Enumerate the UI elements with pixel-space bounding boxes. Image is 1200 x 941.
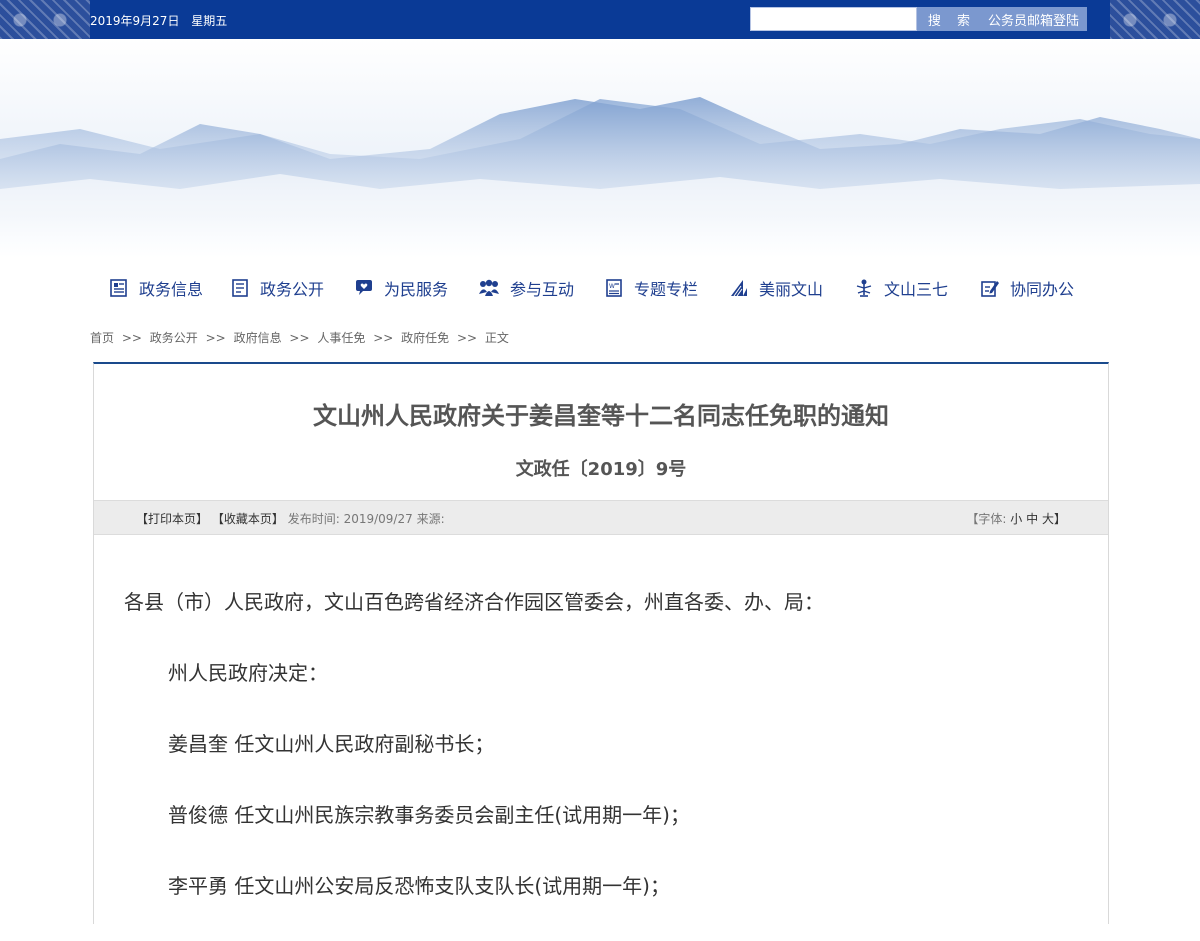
newspaper-icon: W bbox=[606, 279, 622, 297]
breadcrumb-separator: >> bbox=[205, 331, 226, 345]
nav-label: 专题专栏 bbox=[634, 280, 699, 299]
decorative-pattern-right bbox=[1110, 0, 1200, 39]
search-button[interactable]: 搜 索 bbox=[917, 7, 981, 31]
breadcrumb-item-gov-open[interactable]: 政务公开 bbox=[150, 331, 198, 345]
font-size-label: 【字体: bbox=[966, 512, 1007, 526]
body-paragraph: 李平勇 任文山州公安局反恐怖支队支队长(试用期一年)； bbox=[168, 874, 670, 898]
breadcrumb-item-personnel[interactable]: 人事任免 bbox=[317, 331, 365, 345]
nav-item-collaborative-office[interactable]: 协同办公 bbox=[980, 273, 1074, 303]
mountain-illustration bbox=[0, 97, 1200, 259]
font-small-link[interactable]: 小 bbox=[1010, 512, 1022, 526]
nav-item-gov-open[interactable]: 政务公开 bbox=[230, 273, 324, 303]
breadcrumb-separator: >> bbox=[456, 331, 478, 345]
decorative-pattern-left bbox=[0, 0, 90, 39]
nav-item-wenshan-sanqi[interactable]: 文山三七 bbox=[854, 273, 948, 303]
mountain-peak-icon bbox=[731, 280, 747, 297]
article-title: 文山州人民政府关于姜昌奎等十二名同志任免职的通知 bbox=[313, 402, 889, 430]
edit-form-icon bbox=[981, 281, 999, 297]
salutation-paragraph: 各县（市）人民政府，文山百色跨省经济合作园区管委会，州直各委、办、局： bbox=[124, 590, 824, 614]
article-toolbar: 【打印本页】 【收藏本页】 发布时间: 2019/09/27 来源: 【字体: … bbox=[94, 500, 1108, 535]
nav-item-participate[interactable]: 参与互动 bbox=[478, 273, 574, 303]
nav-label: 政务信息 bbox=[139, 280, 204, 299]
publish-date: 2019/09/27 bbox=[343, 512, 413, 526]
breadcrumb-item-gov-info[interactable]: 政府信息 bbox=[234, 331, 282, 345]
body-paragraph: 姜昌奎 任文山州人民政府副秘书长； bbox=[168, 732, 495, 756]
weekday-text: 星期五 bbox=[191, 14, 228, 28]
breadcrumb-separator: >> bbox=[289, 331, 310, 345]
nav-item-beautiful-wenshan[interactable]: 美丽文山 bbox=[729, 273, 823, 303]
breadcrumb-item-home[interactable]: 首页 bbox=[90, 331, 114, 345]
sanqi-plant-icon bbox=[856, 279, 872, 297]
date-display: 2019年9月27日 星期五 bbox=[90, 12, 235, 29]
document-list-icon bbox=[110, 279, 127, 297]
nav-label: 参与互动 bbox=[510, 280, 575, 299]
breadcrumb-separator: >> bbox=[373, 331, 394, 345]
body-paragraph: 州人民政府决定： bbox=[168, 661, 328, 685]
main-nav: 政务信息 政务公开 为民服务 参与互动 W 专题专栏 美丽文山 文山三七 协同办… bbox=[0, 259, 1200, 317]
breadcrumb-item-gov-appointments[interactable]: 政府任免 bbox=[401, 331, 449, 345]
mountain-banner bbox=[0, 39, 1200, 259]
notepad-icon bbox=[232, 279, 248, 297]
body-paragraph: 普俊德 任文山州民族宗教事务委员会副主任(试用期一年)； bbox=[168, 803, 690, 827]
breadcrumb: 首页 >> 政务公开 >> 政府信息 >> 人事任免 >> 政府任免 >> 正文 bbox=[90, 329, 513, 346]
source-label: 来源: bbox=[416, 512, 445, 526]
nav-label: 文山三七 bbox=[884, 280, 949, 299]
article-panel: 文山州人民政府关于姜昌奎等十二名同志任免职的通知 文政任〔2019〕9号 【打印… bbox=[93, 362, 1109, 924]
speech-heart-icon bbox=[356, 280, 372, 295]
nav-item-special-topics[interactable]: W 专题专栏 bbox=[604, 273, 698, 303]
print-page-link[interactable]: 【打印本页】 bbox=[136, 512, 208, 526]
nav-item-gov-info[interactable]: 政务信息 bbox=[109, 273, 203, 303]
search-input[interactable] bbox=[750, 7, 917, 31]
breadcrumb-item-current: 正文 bbox=[484, 331, 509, 345]
document-number: 文政任〔2019〕9号 bbox=[515, 459, 687, 480]
top-bar: 2019年9月27日 星期五 搜 索 公务员邮箱登陆 bbox=[0, 0, 1200, 39]
breadcrumb-separator: >> bbox=[121, 331, 142, 345]
nav-label: 政务公开 bbox=[260, 280, 325, 299]
nav-label: 美丽文山 bbox=[759, 280, 824, 299]
civil-servant-mail-login-button[interactable]: 公务员邮箱登陆 bbox=[980, 7, 1087, 31]
favorite-page-link[interactable]: 【收藏本页】 bbox=[212, 512, 284, 526]
font-large-link[interactable]: 大】 bbox=[1042, 512, 1066, 526]
article-body: 各县（市）人民政府，文山百色跨省经济合作园区管委会，州直各委、办、局： 州人民政… bbox=[124, 586, 1084, 941]
nav-label: 协同办公 bbox=[1010, 280, 1075, 299]
nav-label: 为民服务 bbox=[384, 280, 449, 299]
nav-item-public-service[interactable]: 为民服务 bbox=[354, 273, 448, 303]
people-group-icon bbox=[479, 279, 499, 296]
publish-time-label: 发布时间: bbox=[287, 512, 340, 526]
svg-text:W: W bbox=[609, 283, 615, 290]
font-medium-link[interactable]: 中 bbox=[1026, 512, 1038, 526]
date-text: 2019年9月27日 bbox=[90, 14, 180, 28]
